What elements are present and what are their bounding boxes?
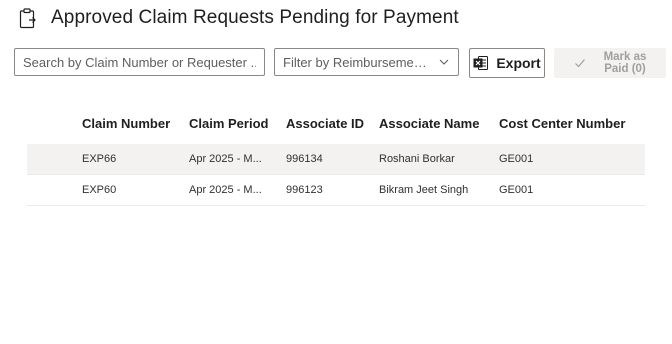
table-body: EXP66 Apr 2025 - M... 996134 Roshani Bor… — [27, 144, 645, 206]
claims-table: Claim Number Claim Period Associate ID A… — [27, 108, 645, 206]
associate-name-cell: Bikram Jeet Singh — [379, 184, 469, 196]
mark-as-paid-button[interactable]: Mark as Paid (0) — [554, 48, 666, 78]
mark-as-paid-label: Mark as Paid (0) — [598, 51, 652, 75]
toolbar: Filter by Reimbursement... Export Mark a… — [14, 48, 672, 78]
export-button[interactable]: Export — [469, 48, 545, 78]
cost-center-cell: GE001 — [499, 153, 534, 165]
column-header-cost-center-number[interactable]: Cost Center Number — [499, 116, 645, 131]
column-header-claim-number[interactable]: Claim Number — [82, 116, 189, 131]
associate-id-cell: 996134 — [286, 153, 323, 165]
claim-number-cell: EXP66 — [82, 153, 117, 165]
associate-name-cell: Roshani Borkar — [379, 153, 455, 165]
export-label: Export — [496, 55, 541, 71]
mark-as-paid-line1: Mark as — [603, 51, 647, 63]
column-header-associate-id[interactable]: Associate ID — [286, 116, 379, 131]
mark-as-paid-line2: Paid (0) — [604, 63, 646, 75]
clipboard-icon — [18, 7, 38, 29]
table-header-row: Claim Number Claim Period Associate ID A… — [27, 108, 645, 138]
table-row[interactable]: EXP66 Apr 2025 - M... 996134 Roshani Bor… — [27, 144, 645, 175]
excel-icon — [473, 55, 489, 71]
claim-period-cell: Apr 2025 - M... — [189, 153, 262, 165]
page-title: Approved Claim Requests Pending for Paym… — [51, 7, 459, 28]
page-header: Approved Claim Requests Pending for Paym… — [18, 5, 459, 31]
associate-id-cell: 996123 — [286, 184, 323, 196]
chevron-down-icon — [438, 56, 450, 68]
search-input[interactable] — [23, 54, 256, 70]
search-box[interactable] — [14, 48, 265, 76]
claim-number-cell: EXP60 — [82, 184, 117, 196]
column-header-claim-period[interactable]: Claim Period — [189, 116, 286, 131]
filter-placeholder: Filter by Reimbursement... — [283, 54, 432, 70]
claim-period-cell: Apr 2025 - M... — [189, 184, 262, 196]
cost-center-cell: GE001 — [499, 184, 534, 196]
reimbursement-filter-dropdown[interactable]: Filter by Reimbursement... — [274, 48, 459, 76]
check-icon — [574, 57, 586, 69]
table-row[interactable]: EXP60 Apr 2025 - M... 996123 Bikram Jeet… — [27, 175, 645, 206]
column-header-associate-name[interactable]: Associate Name — [379, 116, 499, 131]
